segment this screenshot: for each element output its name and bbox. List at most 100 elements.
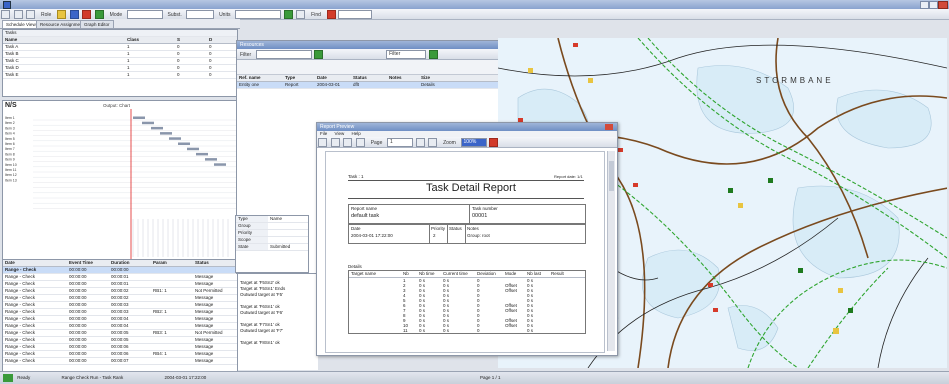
page-input[interactable]: 1 [387,138,414,147]
table-cell: Report [285,82,299,87]
table-row[interactable]: Range - Check 00:00:00 00:00:01 Message [3,281,237,288]
maximize-button[interactable] [929,1,938,9]
column-header: Mode [505,271,517,276]
gantt-bar[interactable] [205,158,217,161]
table-row[interactable]: Range - Check 00:00:00 00:00:03 Message [3,302,237,309]
table-row[interactable]: Range - Check 00:00:00 00:00:05 Message [3,337,237,344]
add-icon[interactable] [283,10,293,19]
table-row[interactable]: Task D 1 0 0 [3,65,237,72]
warning-icon[interactable] [56,10,66,19]
subst-select[interactable] [186,10,215,19]
close-preview-icon[interactable] [489,138,499,147]
gantt-bar[interactable] [151,126,163,130]
table-cell: Range - Check [5,288,36,293]
gantt-bar[interactable] [178,142,190,146]
mode-select[interactable] [126,10,163,19]
open-icon[interactable] [13,10,23,19]
table-row[interactable]: Task A 1 0 0 [3,44,237,51]
table-cell: 00:00:06 [111,344,129,349]
find-select[interactable] [338,10,373,19]
gantt-row-label: Item 8 [5,152,15,156]
table-cell: Task C [5,58,19,63]
resources-row[interactable]: Entity one Report 2004-03-01 dflt Details [237,82,499,89]
new-icon[interactable] [1,10,10,19]
table-row[interactable]: Range - Check 00:00:00 00:00:06 Message [3,344,237,351]
menu-view[interactable]: View [332,131,348,136]
col-d: D [209,37,213,42]
column-header: Result [551,271,564,276]
search-icon[interactable] [428,138,438,147]
property-row[interactable]: Scope [236,237,308,244]
property-row[interactable]: Type Name [236,216,308,223]
status-right: 2004-03-01 17:22:00 [164,375,207,380]
prev-page-icon[interactable] [356,138,366,147]
menu-help[interactable]: Help [348,131,363,136]
property-row[interactable]: State Submitted [236,244,308,251]
gantt-row-label: Item 12 [5,173,17,177]
run-icon[interactable] [69,10,79,19]
table-cell: 00:00:05 [111,330,129,335]
table-row[interactable]: Range - Check 00:00:00 00:00:05 RB3: 1 Not P… [3,330,237,337]
close-button[interactable] [938,1,948,9]
next-page-icon[interactable] [415,138,425,147]
filter-value[interactable]: Filter [386,50,427,59]
property-value: Name [270,216,283,221]
table-row[interactable]: Range - Check 00:00:00 00:00:04 Message [3,323,237,330]
gantt-bar[interactable] [196,152,208,156]
column-header: Target name [351,271,377,276]
property-row[interactable]: Group [236,223,308,230]
message-text: Target at 'F8Sn1' ok [240,340,280,345]
report-header-right: Report date: 1/1 [554,174,583,179]
table-cell: RB2: 1 [153,309,167,314]
units-select[interactable] [235,10,282,19]
priority-value: 2 [433,233,436,238]
filter-apply-icon[interactable] [314,50,324,59]
preview-scrollbar[interactable] [607,151,615,351]
gantt-bar[interactable] [187,147,199,151]
table-row[interactable]: Task B 1 0 0 [3,51,237,58]
tab-graph-editor[interactable]: Graph Editor [80,20,114,28]
table-row[interactable]: Range - Check 00:00:00 00:00:00 [3,267,237,274]
table-cell: Message [195,274,214,279]
table-row[interactable]: Range - Check 00:00:00 00:00:03 RB2: 1 Messa… [3,309,237,316]
table-row[interactable]: Range - Check 00:00:00 00:00:01 Message [3,274,237,281]
refresh-icon[interactable] [296,10,306,19]
gantt-bar[interactable] [160,132,172,135]
first-page-icon[interactable] [343,138,353,147]
table-row[interactable]: Range - Check 00:00:00 00:00:02 Message [3,295,237,302]
play-icon[interactable] [95,10,104,19]
property-row[interactable]: Priority [236,230,308,237]
table-cell: 11 [403,328,408,333]
table-row[interactable]: Range - Check 00:00:00 00:00:06 RB4: 1 Messa… [3,351,237,358]
gantt-bar[interactable] [214,163,226,166]
export-icon[interactable] [330,138,340,147]
table-cell: Range - Check [5,323,36,328]
report-preview-window: Report Preview File View Help Page 1 Zoo… [316,122,618,356]
table-row[interactable]: Task E 1 0 0 [3,72,237,79]
preview-scroll-thumb[interactable] [609,161,614,191]
save-icon[interactable] [26,10,36,19]
table-cell: Message [195,316,214,321]
zoom-select[interactable]: 100% [460,138,487,147]
minimize-button[interactable] [920,1,929,9]
tab-schedule-view[interactable]: Schedule View [2,20,40,28]
filter-select[interactable] [255,50,312,59]
event-grid-header: Date Event Time Duration Param Status [3,260,237,267]
gantt-row-label: Item 6 [5,142,15,146]
table-cell: Message [195,337,214,342]
table-cell: 00:00:03 [111,309,129,314]
table-row[interactable]: Range - Check 00:00:00 00:00:02 RB1: 1 Not P… [3,288,237,295]
gantt-bar[interactable] [133,116,145,120]
table-row[interactable]: Range - Check 00:00:00 00:00:07 Message [3,358,237,365]
table-cell: 00:00:01 [111,281,129,286]
table-row[interactable]: Task C 1 0 0 [3,58,237,65]
print-icon[interactable] [318,138,327,147]
preview-close-button[interactable] [605,124,613,130]
stop-icon[interactable] [82,10,92,19]
gantt-bar[interactable] [142,121,154,125]
flag-icon[interactable] [326,10,336,19]
table-row[interactable]: Range - Check 00:00:00 00:00:04 Message [3,316,237,323]
settings-icon[interactable] [428,50,438,59]
menu-file[interactable]: File [317,131,330,136]
gantt-bar[interactable] [169,137,181,140]
